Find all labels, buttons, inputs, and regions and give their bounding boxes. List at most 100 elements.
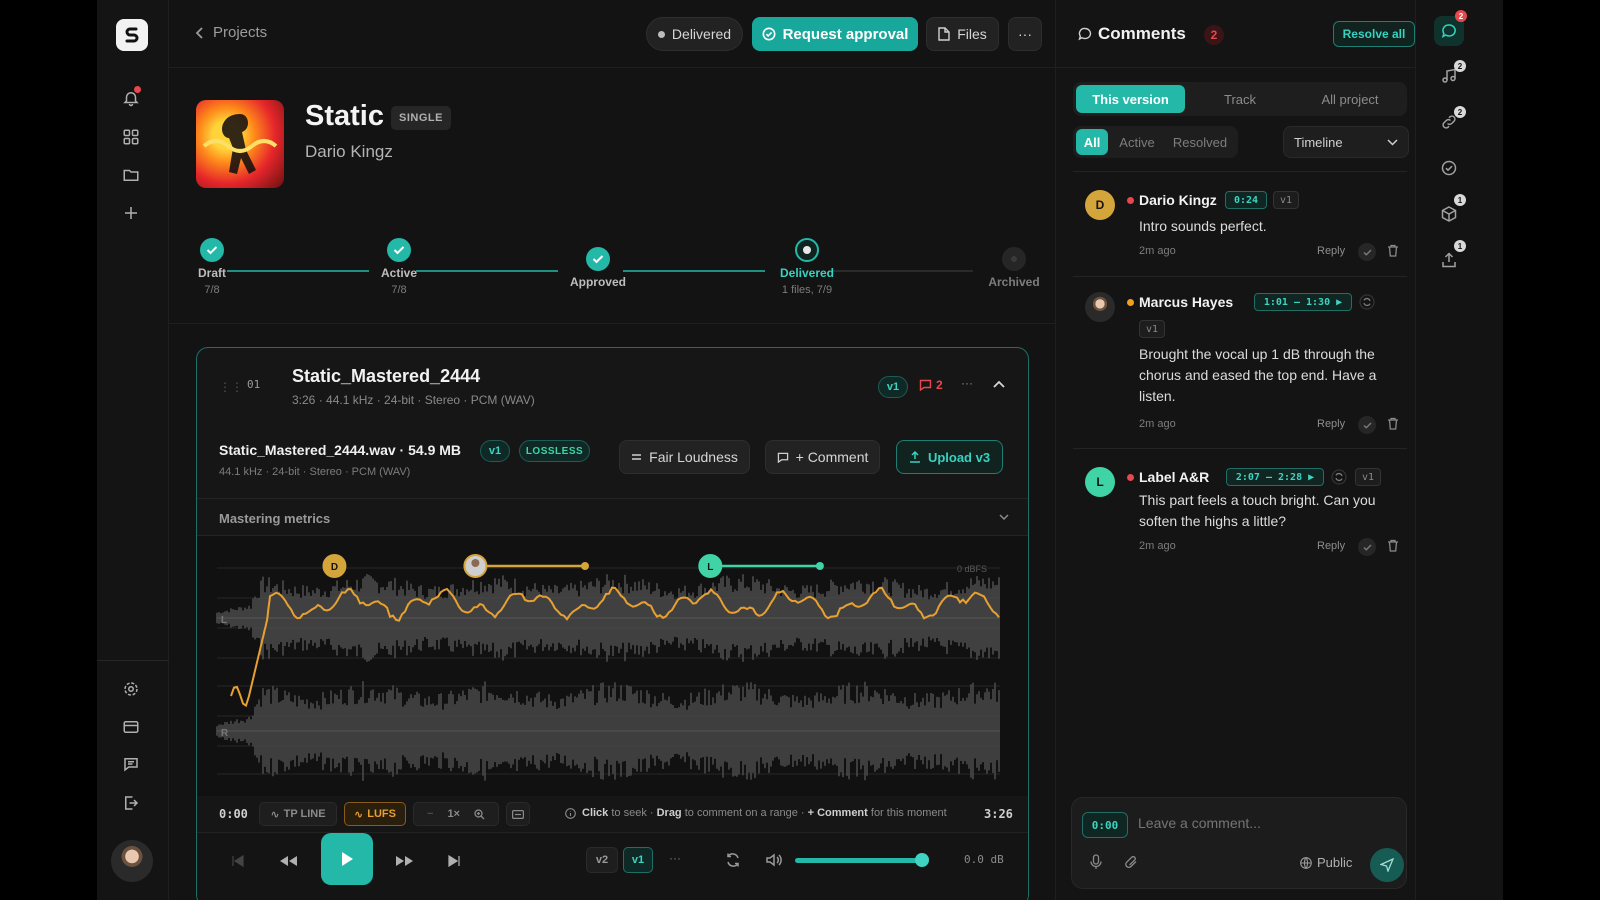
reply-button[interactable]: Reply — [1317, 418, 1345, 430]
comment-composer: 0:00 Public — [1071, 797, 1407, 889]
loop-range-icon[interactable] — [1331, 469, 1347, 485]
step-delivered[interactable]: Delivered 1 files, 7/9 — [747, 238, 867, 296]
rail-comments-icon[interactable]: 2 — [1434, 10, 1467, 46]
app-logo[interactable] — [116, 19, 148, 51]
dashboard-grid-icon[interactable] — [119, 125, 143, 149]
comment-timestamp-range[interactable]: 1:01 – 1:30 ▶ — [1254, 293, 1352, 311]
request-approval-button[interactable]: Request approval — [752, 17, 918, 51]
resolve-check-icon[interactable] — [1358, 538, 1376, 556]
resolve-all-button[interactable]: Resolve all — [1333, 21, 1415, 47]
comment-input[interactable] — [1138, 810, 1393, 836]
version-v1-button[interactable]: v1 — [623, 847, 653, 873]
billing-card-icon[interactable] — [119, 715, 143, 739]
rail-package-icon[interactable]: 1 — [1435, 194, 1466, 228]
fair-loudness-button[interactable]: Fair Loudness — [619, 440, 750, 474]
rail-approve-icon[interactable] — [1435, 154, 1463, 182]
waveform-hint: Click to seek · Drag to comment on a ran… — [565, 807, 947, 819]
visibility-select[interactable]: Public — [1300, 855, 1352, 870]
status-delivered-pill[interactable]: Delivered — [646, 17, 743, 51]
chevron-up-icon[interactable] — [993, 380, 1005, 388]
more-options-button[interactable]: ··· — [1008, 17, 1042, 51]
rail-badge: 2 — [1454, 106, 1466, 118]
send-button[interactable] — [1370, 848, 1404, 882]
status-stepper: Draft 7/8 Active 7/8 Approved Delivered … — [169, 230, 1055, 320]
notification-bell-icon[interactable] — [119, 86, 143, 110]
play-button[interactable] — [321, 833, 373, 885]
attachment-icon[interactable] — [1124, 854, 1138, 870]
release-artist[interactable]: Dario Kingz — [305, 142, 393, 162]
reply-button[interactable]: Reply — [1317, 245, 1345, 257]
sort-select[interactable]: Timeline — [1283, 126, 1409, 158]
zoom-out-icon[interactable]: − — [427, 808, 433, 820]
composer-timestamp[interactable]: 0:00 — [1082, 812, 1128, 838]
tab-this-version[interactable]: This version — [1076, 85, 1185, 113]
mastering-metrics-label: Mastering metrics — [219, 511, 331, 526]
captions-toggle[interactable] — [506, 802, 530, 826]
version-v2-button[interactable]: v2 — [586, 847, 618, 873]
comment-timestamp[interactable]: 0:24 — [1225, 191, 1267, 209]
lufs-toggle[interactable]: ∿ LUFS — [344, 802, 406, 826]
waveform-area[interactable]: L R 0 dBFS D L — [197, 536, 1029, 796]
mastering-metrics-toggle[interactable]: Mastering metrics — [197, 498, 1028, 536]
tp-line-toggle[interactable]: ∿ TP LINE — [259, 802, 337, 826]
comment-avatar[interactable]: L — [1085, 467, 1115, 497]
step-draft[interactable]: Draft 7/8 — [152, 238, 272, 296]
add-comment-button[interactable]: + Comment — [765, 440, 880, 474]
version-more-button[interactable]: ··· — [669, 851, 681, 865]
step-active[interactable]: Active 7/8 — [339, 238, 459, 296]
comment-author[interactable]: Label A&R — [1139, 469, 1209, 485]
waveform-svg[interactable]: L R 0 dBFS D L — [197, 536, 1029, 796]
folder-icon[interactable] — [119, 163, 143, 187]
loop-range-icon[interactable] — [1359, 294, 1375, 310]
filter-active[interactable]: Active — [1111, 129, 1163, 155]
status-dot — [1127, 197, 1134, 204]
comment-body: Brought the vocal up 1 dB through the ch… — [1139, 346, 1377, 404]
microphone-icon[interactable] — [1090, 854, 1102, 870]
comment-avatar[interactable] — [1085, 292, 1115, 322]
filter-all[interactable]: All — [1076, 129, 1108, 155]
step-approved[interactable]: Approved — [538, 247, 658, 289]
reply-button[interactable]: Reply — [1317, 540, 1345, 552]
skip-end-icon[interactable] — [447, 855, 461, 867]
track-name[interactable]: Static_Mastered_2444 — [292, 366, 480, 387]
skip-start-icon[interactable] — [231, 855, 245, 867]
rewind-icon[interactable] — [278, 855, 298, 867]
track-comment-count[interactable]: 2 — [919, 378, 943, 392]
drag-handle-icon[interactable]: ⋮⋮ — [219, 380, 243, 394]
rail-export-icon[interactable]: 1 — [1435, 240, 1466, 274]
file-name: Static_Mastered_2444.wav · 54.9 MB — [219, 442, 462, 458]
comment-range-end[interactable] — [581, 562, 590, 570]
add-icon[interactable] — [119, 201, 143, 225]
comment-author[interactable]: Marcus Hayes — [1139, 294, 1233, 310]
user-avatar[interactable] — [111, 840, 153, 882]
breadcrumb[interactable]: Projects — [195, 24, 267, 41]
delete-trash-icon[interactable] — [1387, 244, 1401, 260]
filter-resolved[interactable]: Resolved — [1165, 129, 1235, 155]
settings-gear-icon[interactable] — [119, 677, 143, 701]
fast-forward-icon[interactable] — [395, 855, 415, 867]
rail-badge: 1 — [1454, 194, 1466, 206]
zoom-in-icon[interactable] — [474, 808, 485, 820]
rail-link-icon[interactable]: 2 — [1435, 106, 1466, 136]
logout-icon[interactable] — [119, 791, 143, 815]
comment-avatar[interactable]: D — [1085, 190, 1115, 220]
rail-music-icon[interactable]: 2 — [1435, 60, 1466, 90]
tab-track[interactable]: Track — [1185, 85, 1295, 113]
volume-slider[interactable] — [795, 853, 929, 867]
tab-all-project[interactable]: All project — [1295, 85, 1405, 113]
files-button[interactable]: Files — [926, 17, 999, 51]
upload-v3-button[interactable]: Upload v3 — [896, 440, 1003, 474]
comment-author[interactable]: Dario Kingz — [1139, 192, 1217, 208]
delete-trash-icon[interactable] — [1387, 417, 1401, 433]
track-version-badge[interactable]: v1 — [878, 376, 908, 398]
delete-trash-icon[interactable] — [1387, 539, 1401, 555]
comment-timestamp-range[interactable]: 2:07 – 2:28 ▶ — [1226, 468, 1324, 486]
track-more-button[interactable]: ··· — [961, 376, 973, 390]
volume-knob[interactable] — [914, 853, 929, 867]
volume-icon[interactable] — [765, 852, 782, 868]
comment-range-end[interactable] — [815, 562, 824, 570]
resolve-check-icon[interactable] — [1358, 243, 1376, 261]
messages-icon[interactable] — [119, 752, 143, 776]
loop-icon[interactable] — [725, 852, 741, 868]
resolve-check-icon[interactable] — [1358, 416, 1376, 434]
